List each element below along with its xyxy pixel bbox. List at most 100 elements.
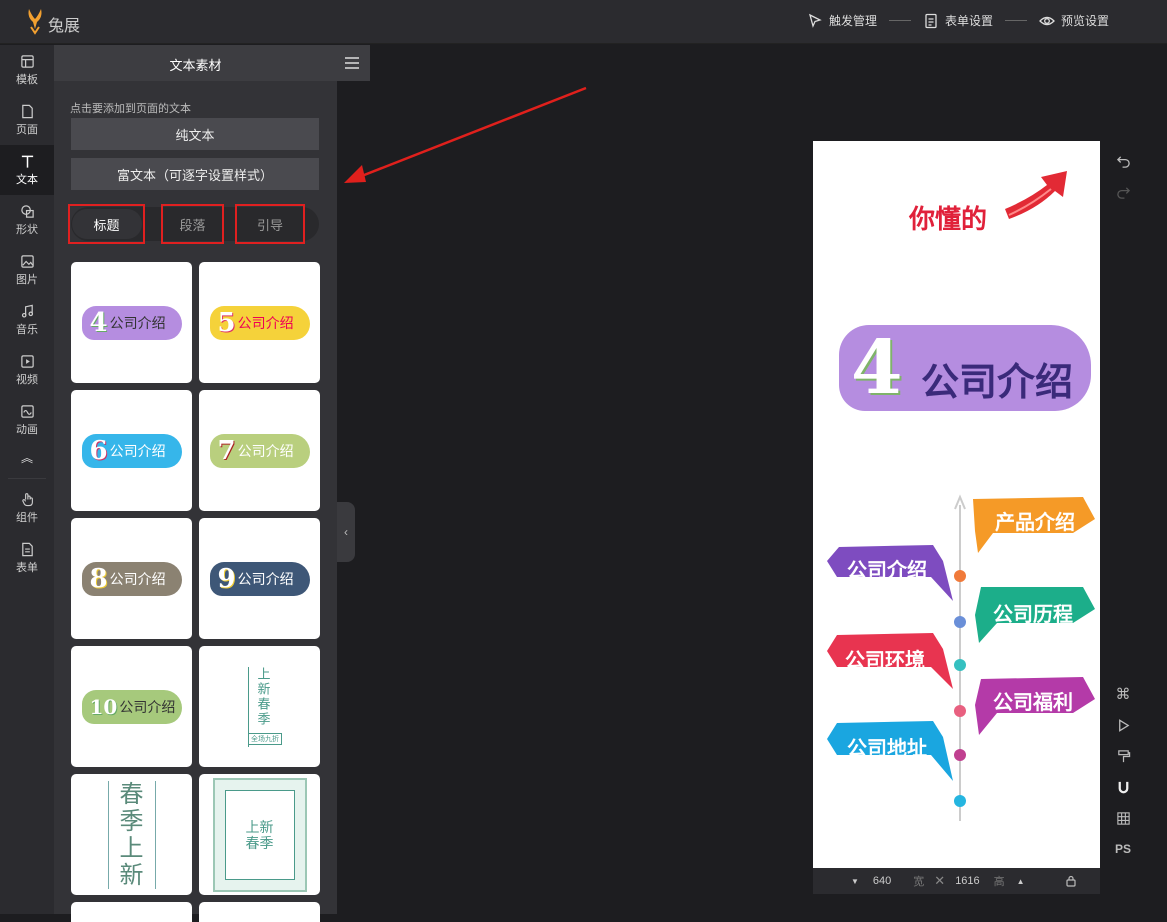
tab-guide[interactable]: 引导 — [235, 204, 305, 244]
undo-icon — [1116, 155, 1130, 168]
material-card[interactable] — [71, 902, 192, 922]
template-icon — [20, 54, 34, 68]
nav-label: 文本 — [16, 173, 38, 186]
nav-item-text[interactable]: 文本 — [0, 145, 54, 195]
panel-title: 文本素材 — [169, 58, 222, 73]
nav-item-form[interactable]: 表单 — [0, 533, 54, 583]
grid-toggle-button[interactable] — [1112, 807, 1134, 829]
timeline-label[interactable]: 产品介绍 — [985, 505, 1085, 535]
canvas-tools: ⌘ PS — [1112, 683, 1134, 869]
command-icon: ⌘ — [1115, 686, 1131, 703]
nav-label: 音乐 — [16, 323, 38, 336]
nav-item-animation[interactable]: 动画 — [0, 395, 54, 445]
nav-label: 视频 — [16, 373, 38, 386]
nav-label: 模板 — [16, 73, 38, 86]
eye-icon — [1039, 16, 1055, 25]
nav-item-shape[interactable]: 形状 — [0, 195, 54, 245]
grid-icon — [1116, 811, 1130, 825]
nav-item-image[interactable]: 图片 — [0, 245, 54, 295]
form-settings-label: 表单设置 — [944, 14, 993, 28]
shortcuts-button[interactable]: ⌘ — [1112, 683, 1134, 705]
animation-icon — [20, 404, 34, 418]
title-preview: 6 公司介绍 — [81, 433, 182, 468]
ps-import-button[interactable]: PS — [1112, 838, 1134, 860]
tab-title[interactable]: 标题 — [68, 204, 145, 244]
logo[interactable]: 兔展 — [24, 6, 80, 36]
collapse-nav-button[interactable]: ︽ — [0, 445, 54, 469]
timeline-label[interactable]: 公司历程 — [983, 597, 1083, 627]
nav-label: 页面 — [16, 123, 38, 136]
form-icon — [21, 542, 33, 556]
times-icon: ✕ — [934, 873, 946, 888]
trigger-management-button[interactable]: 触发管理 — [807, 12, 877, 29]
form-doc-icon — [925, 13, 937, 28]
material-card[interactable]: 上新春季 — [199, 774, 320, 895]
title-text: 公司介绍 — [921, 362, 1074, 404]
material-card[interactable]: 9 公司介绍 — [199, 518, 320, 639]
lock-icon[interactable] — [1065, 875, 1077, 887]
material-card[interactable] — [199, 902, 320, 922]
canvas-headline[interactable]: 你懂的 — [909, 199, 987, 236]
tab-paragraph[interactable]: 段落 — [161, 204, 224, 244]
undo-button[interactable] — [1112, 150, 1134, 172]
material-card[interactable]: 6 公司介绍 — [71, 390, 192, 511]
timeline-label[interactable]: 公司地址 — [837, 731, 937, 761]
text-material-panel: 文本素材 点击要添加到页面的文本 纯文本 富文本（可逐字设置样式） 标题 段落 … — [54, 45, 370, 922]
material-card[interactable]: 春季上新 — [71, 774, 192, 895]
timeline-label[interactable]: 公司福利 — [983, 685, 1083, 715]
height-up-arrow-icon[interactable]: ▲ — [1017, 877, 1025, 886]
nav-label: 动画 — [16, 423, 38, 436]
panel-header: 文本素材 — [54, 45, 370, 81]
nav-label: 组件 — [16, 511, 38, 524]
red-arrow-sticker-icon[interactable] — [1001, 165, 1073, 223]
material-card[interactable]: 8 公司介绍 — [71, 518, 192, 639]
timeline-label[interactable]: 公司环境 — [835, 643, 935, 673]
brand-name: 兔展 — [48, 18, 81, 35]
top-bar: 兔展 触发管理 表单设置 预览设置 — [0, 0, 1167, 44]
format-painter-icon — [1117, 749, 1130, 762]
redo-icon — [1116, 186, 1130, 199]
nav-divider — [8, 469, 46, 479]
nav-item-music[interactable]: 音乐 — [0, 295, 54, 345]
nav-item-template[interactable]: 模板 — [0, 45, 54, 95]
preview-settings-button[interactable]: 预览设置 — [1039, 12, 1109, 29]
nav-label: 形状 — [16, 223, 38, 236]
timeline-label[interactable]: 公司介绍 — [837, 553, 937, 583]
material-card[interactable]: 10 公司介绍 — [71, 646, 192, 767]
nav-label: 表单 — [16, 561, 38, 574]
nav-item-video[interactable]: 视频 — [0, 345, 54, 395]
material-card[interactable]: 4 公司介绍 — [71, 262, 192, 383]
redo-button[interactable] — [1112, 181, 1134, 203]
width-unit: 宽 — [913, 876, 925, 888]
title-preview: 10 公司介绍 — [81, 689, 182, 724]
rich-text-button[interactable]: 富文本（可逐字设置样式） — [71, 158, 319, 190]
video-icon — [20, 354, 34, 368]
nav-item-page[interactable]: 页面 — [0, 95, 54, 145]
divider — [1004, 20, 1027, 21]
text-icon — [21, 155, 33, 168]
page-icon — [21, 104, 33, 118]
height-input[interactable]: 1616 — [955, 875, 979, 887]
shape-icon — [20, 204, 34, 218]
form-settings-button[interactable]: 表单设置 — [923, 12, 993, 29]
title-preview: 7 公司介绍 — [209, 433, 310, 468]
hamburger-menu-icon[interactable] — [344, 55, 360, 71]
collapse-panel-button[interactable]: ‹ — [337, 502, 355, 562]
title-preview: 5 公司介绍 — [209, 305, 310, 340]
width-input[interactable]: 640 — [873, 875, 891, 887]
page-canvas[interactable]: 你懂的 4 公司介绍 产品介绍 公司介绍 公司历程 公司环境 公司福利 公司地址 — [813, 141, 1100, 868]
material-card[interactable]: 5 公司介绍 — [199, 262, 320, 383]
title-preview: 4 公司介绍 — [81, 305, 182, 340]
material-card[interactable]: 上新春季 全场九折 — [199, 646, 320, 767]
title-number: 4 — [851, 325, 903, 411]
plain-text-button[interactable]: 纯文本 — [71, 118, 319, 150]
format-painter-button[interactable] — [1112, 745, 1134, 767]
magnet-snap-button[interactable] — [1112, 776, 1134, 798]
nav-item-component[interactable]: 组件 — [0, 483, 54, 533]
material-card[interactable]: 7 公司介绍 — [199, 390, 320, 511]
chevron-left-icon: ‹ — [344, 525, 348, 539]
preview-play-button[interactable] — [1112, 714, 1134, 736]
width-down-arrow-icon[interactable]: ▼ — [851, 877, 859, 886]
spring-preview: 春季上新 — [107, 780, 156, 889]
panel-hint: 点击要添加到页面的文本 — [70, 103, 191, 115]
